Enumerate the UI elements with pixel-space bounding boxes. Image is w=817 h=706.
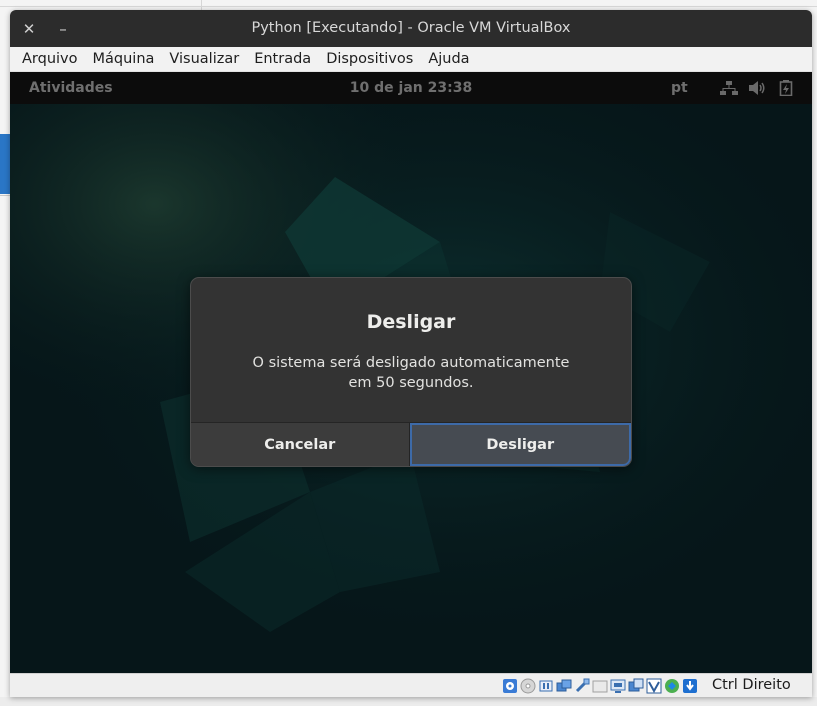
recording-icon[interactable] xyxy=(628,678,644,694)
host-background-line xyxy=(0,6,817,7)
virtualization-icon[interactable] xyxy=(646,678,662,694)
menu-item-arquivo[interactable]: Arquivo xyxy=(17,51,83,67)
mouse-integration-icon[interactable] xyxy=(664,678,680,694)
audio-icon[interactable] xyxy=(538,678,554,694)
guest-top-panel: Atividades 10 de jan 23:38 pt xyxy=(10,72,812,104)
network-icon[interactable] xyxy=(720,80,738,96)
window-titlebar[interactable]: ✕ – Python [Executando] - Oracle VM Virt… xyxy=(10,10,812,47)
optical-drive-icon[interactable] xyxy=(520,678,536,694)
shared-folders-icon[interactable] xyxy=(592,678,608,694)
language-indicator[interactable]: pt xyxy=(671,80,688,96)
menu-item-entrada[interactable]: Entrada xyxy=(249,51,316,67)
guest-screen[interactable]: Atividades 10 de jan 23:38 pt Desligar O… xyxy=(10,72,812,673)
shutdown-dialog: Desligar O sistema será desligado automa… xyxy=(190,277,632,467)
dialog-message: O sistema será desligado automaticamente… xyxy=(252,355,570,391)
battery-icon[interactable] xyxy=(778,80,796,96)
menu-item-ajuda[interactable]: Ajuda xyxy=(423,51,474,67)
hard-disk-icon[interactable] xyxy=(502,678,518,694)
host-background-strip xyxy=(0,697,817,706)
cancel-button[interactable]: Cancelar xyxy=(191,423,410,466)
usb-icon[interactable] xyxy=(574,678,590,694)
virtualbox-window: ✕ – Python [Executando] - Oracle VM Virt… xyxy=(10,10,812,697)
vm-status-bar: Ctrl Direito xyxy=(10,673,812,697)
host-key-label: Ctrl Direito xyxy=(712,677,791,693)
menu-bar: Arquivo Máquina Visualizar Entrada Dispo… xyxy=(10,47,812,72)
keyboard-capture-icon[interactable] xyxy=(682,678,698,694)
network-adapter-icon[interactable] xyxy=(556,678,572,694)
dialog-title: Desligar xyxy=(366,311,456,333)
shutdown-button[interactable]: Desligar xyxy=(409,423,631,466)
status-icons-group xyxy=(502,678,698,695)
menu-item-maquina[interactable]: Máquina xyxy=(88,51,160,67)
guest-clock[interactable]: 10 de jan 23:38 xyxy=(10,80,812,96)
menu-item-dispositivos[interactable]: Dispositivos xyxy=(321,51,418,67)
window-title: Python [Executando] - Oracle VM VirtualB… xyxy=(251,20,571,36)
dialog-button-row: Cancelar Desligar xyxy=(191,422,631,466)
menu-item-visualizar[interactable]: Visualizar xyxy=(164,51,244,67)
display-icon[interactable] xyxy=(610,678,626,694)
volume-icon[interactable] xyxy=(748,80,766,96)
